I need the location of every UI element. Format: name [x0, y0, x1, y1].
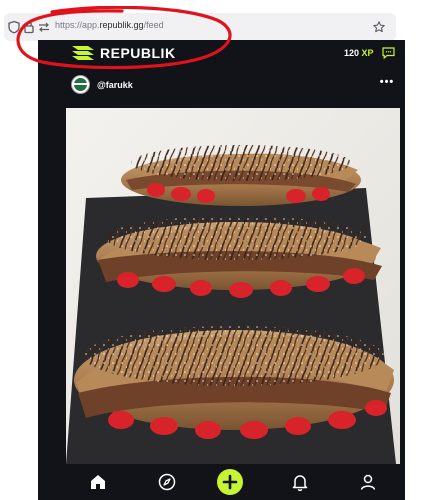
chat-icon[interactable]	[382, 47, 395, 59]
bottom-navigation	[38, 464, 405, 500]
browser-toolbar: https://app.republik.gg/feed	[0, 0, 435, 41]
nav-explore[interactable]	[157, 472, 177, 492]
nav-notifications[interactable]	[290, 472, 310, 492]
more-options-button[interactable]: •••	[378, 75, 396, 89]
url-scheme: https://app.	[55, 20, 100, 30]
croissant-3	[74, 326, 394, 439]
post-image[interactable]	[66, 108, 400, 464]
republik-app: REPUBLIK 120 XP @farukk •••	[38, 40, 405, 500]
lock-icon[interactable]	[22, 20, 36, 34]
brand-name[interactable]: REPUBLIK	[100, 45, 176, 61]
republik-logo-icon[interactable]	[72, 46, 94, 60]
post-username[interactable]: @farukk	[97, 80, 133, 90]
profile-icon	[360, 474, 376, 490]
avatar[interactable]	[71, 75, 90, 94]
nav-add-post[interactable]	[217, 469, 243, 495]
post-header: @farukk •••	[38, 72, 405, 102]
shield-icon[interactable]	[7, 20, 21, 34]
croissant-1	[121, 145, 361, 206]
bookmark-star-icon[interactable]	[372, 20, 386, 34]
explore-compass-icon	[158, 473, 176, 491]
xp-counter[interactable]: 120 XP	[344, 48, 374, 58]
add-post-icon	[222, 474, 238, 490]
address-bar[interactable]: https://app.republik.gg/feed	[4, 13, 396, 41]
xp-value: 120	[344, 48, 360, 58]
avatar-stripe	[74, 83, 87, 85]
swap-icon[interactable]	[37, 20, 51, 34]
url-host: republik.gg	[99, 20, 144, 30]
nav-home[interactable]	[88, 472, 108, 492]
app-header: REPUBLIK 120 XP	[38, 40, 405, 70]
nav-profile[interactable]	[358, 472, 378, 492]
home-icon	[91, 475, 105, 489]
screen: https://app.republik.gg/feed REPUBLIK 12…	[0, 0, 435, 500]
notifications-bell-icon	[292, 475, 308, 492]
url-text[interactable]: https://app.republik.gg/feed	[55, 20, 164, 30]
url-path: /feed	[143, 20, 164, 30]
xp-unit: XP	[361, 48, 374, 58]
